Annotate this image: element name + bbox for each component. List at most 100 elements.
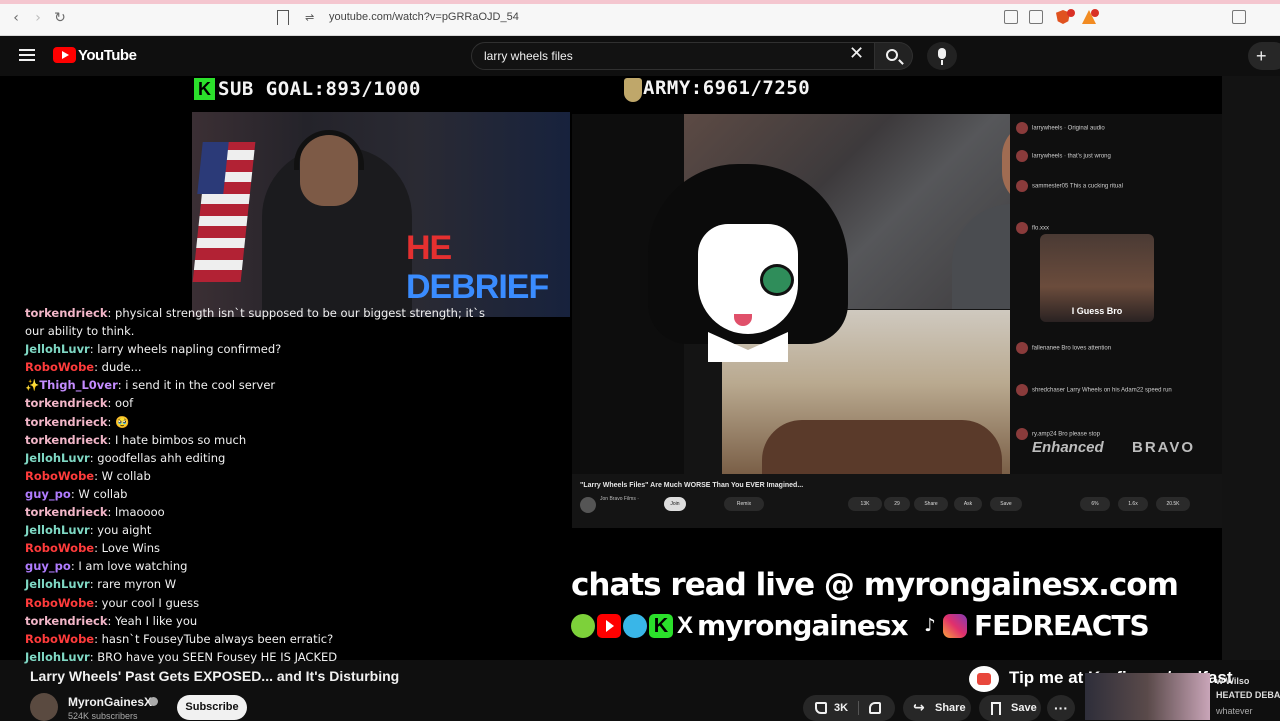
like-divider <box>858 701 859 715</box>
youtube-icon <box>597 614 621 638</box>
chat-username: JellohLuvr <box>25 523 90 538</box>
chat-separator: : <box>107 505 116 520</box>
chat-message: JellohLuvr: you aight <box>25 521 570 539</box>
chat-username: RoboWobe <box>25 631 95 646</box>
army-shield-icon <box>624 78 642 102</box>
chat-text: your cool I guess <box>101 595 200 610</box>
bookmark-icon[interactable] <box>277 10 289 25</box>
more-actions-button[interactable]: ··· <box>1047 695 1075 721</box>
chat-username: guy_po <box>25 486 71 501</box>
youtube-logo-icon[interactable] <box>53 47 76 63</box>
thumbs-up-icon[interactable] <box>815 702 827 714</box>
comment-item: larrywheels · that's just wrong <box>1016 150 1111 162</box>
video-player[interactable]: K SUB GOAL:893/1000 ARMY:6961/7250 HE DE… <box>0 76 1280 664</box>
chat-separator: : <box>94 595 102 610</box>
share-label: Share <box>935 702 966 714</box>
chat-message: RoboWobe: your cool I guess <box>25 594 570 612</box>
anime-avatar <box>648 164 848 364</box>
chat-text: dude... <box>101 360 142 375</box>
channel-avatar[interactable] <box>30 693 58 721</box>
forward-button[interactable]: › <box>30 10 46 26</box>
back-button[interactable]: ‹ <box>8 10 24 26</box>
reaction-share-button: Share <box>914 497 948 511</box>
comment-item: sammester05 This a cucking ritual <box>1016 180 1123 192</box>
chat-message: RoboWobe: dude... <box>25 358 570 376</box>
chat-text: I am love watching <box>78 559 188 574</box>
chat-username: RoboWobe <box>25 360 95 375</box>
youtube-header: YouTube larry wheels files ✕ + <box>0 36 1280 76</box>
menu-icon[interactable] <box>19 49 35 61</box>
youtube-logo-text[interactable]: YouTube <box>78 47 137 64</box>
chat-text: I hate bimbos so much <box>115 432 247 447</box>
chat-username: torkendrieck <box>25 505 108 520</box>
guess-bro-image: I Guess Bro <box>1040 234 1154 322</box>
chat-username: JellohLuvr <box>25 342 90 357</box>
address-bar[interactable]: youtube.com/watch?v=pGRRaOJD_54 <box>329 11 519 23</box>
voice-search-icon[interactable] <box>927 42 957 70</box>
chat-message: JellohLuvr: goodfellas ahh editing <box>25 449 570 467</box>
like-dislike-group: 3K <box>803 695 895 721</box>
search-button[interactable] <box>875 42 913 70</box>
chat-username: ✨Thigh_L0ver <box>25 378 118 393</box>
reaction-dislike-count: 29 <box>884 497 910 511</box>
chat-message: guy_po: I am love watching <box>25 557 570 575</box>
chat-text: i send it in the cool server <box>125 378 276 393</box>
enhanced-watermark: Enhanced <box>1032 439 1104 456</box>
shields-badge <box>1067 9 1075 17</box>
channel-name[interactable]: MyronGainesX <box>68 695 152 709</box>
comment-item: flo.xxx <box>1016 222 1049 234</box>
chat-text: Love Wins <box>101 541 161 556</box>
streamer-webcam: HE DEBRIEF <box>192 112 570 317</box>
chat-text: physical strength isn`t supposed to be o… <box>115 306 485 320</box>
up-next-thumbnail[interactable] <box>1085 673 1210 720</box>
subscribe-button[interactable]: Subscribe <box>177 695 247 720</box>
chat-text: Yeah I like you <box>115 613 198 628</box>
browser-toolbar: ‹ › ↻ ⇌ youtube.com/watch?v=pGRRaOJD_54 <box>0 0 1280 36</box>
sidebar-toggle-icon[interactable] <box>1232 10 1246 24</box>
chat-text: goodfellas ahh editing <box>97 450 226 465</box>
tiktok-icon: ♪ <box>924 615 936 636</box>
army-counter-overlay: ARMY:6961/7250 <box>643 77 811 99</box>
share-page-icon[interactable] <box>1029 10 1043 24</box>
save-button[interactable]: Save <box>979 695 1041 721</box>
chat-username: torkendrieck <box>25 396 108 411</box>
reaction-like-count: 13K <box>848 497 882 511</box>
up-next-text: HEATED DEBA <box>1216 690 1280 700</box>
reaction-stat: 1.6x <box>1118 497 1148 511</box>
chat-username: RoboWobe <box>25 541 95 556</box>
reaction-video-title: "Larry Wheels Files" Are Much WORSE Than… <box>580 482 804 489</box>
search-query: larry wheels files <box>484 49 573 63</box>
chat-username: torkendrieck <box>25 432 108 447</box>
like-count[interactable]: 3K <box>834 695 848 721</box>
thumbs-down-icon[interactable] <box>869 702 881 714</box>
comment-item: fallenanee Bro loves attention <box>1016 342 1111 354</box>
reaction-ask-button: Ask <box>954 497 982 511</box>
chat-username: RoboWobe <box>25 468 95 483</box>
site-info-icon[interactable]: ⇌ <box>305 11 314 24</box>
share-icon: ↪ <box>913 700 925 716</box>
chat-separator: : <box>94 631 102 646</box>
chat-username: JellohLuvr <box>25 577 90 592</box>
chat-separator: : <box>107 432 116 447</box>
chats-read-banner: chats read live @ myrongainesx.com <box>571 567 1179 603</box>
chat-separator: : <box>94 541 102 556</box>
create-button[interactable]: + <box>1248 42 1280 70</box>
reaction-channel-name: Jon Bravo Films · <box>600 496 639 502</box>
clear-search-icon[interactable]: ✕ <box>849 45 864 63</box>
kofi-icon <box>969 666 999 692</box>
reaction-remix-button: Remix <box>724 497 764 511</box>
podcast-icon <box>623 614 647 638</box>
comment-item: shredchaser Larry Wheels on his Adam22 s… <box>1016 384 1172 396</box>
cast-icon[interactable] <box>1004 10 1018 24</box>
debrief-sign: HE DEBRIEF <box>406 229 570 307</box>
share-button[interactable]: ↪ Share <box>903 695 971 721</box>
chat-message: RoboWobe: Love Wins <box>25 539 570 557</box>
chat-text: 🥹 <box>115 414 130 429</box>
chat-username: torkendrieck <box>25 613 108 628</box>
chat-text: W collab <box>101 468 151 483</box>
reload-button[interactable]: ↻ <box>52 10 68 26</box>
headset-icon <box>294 130 364 170</box>
chat-message: JellohLuvr: BRO have you SEEN Fousey HE … <box>25 648 570 666</box>
social-handle-2: FEDREACTS <box>974 609 1150 642</box>
search-input[interactable]: larry wheels files <box>471 42 875 70</box>
